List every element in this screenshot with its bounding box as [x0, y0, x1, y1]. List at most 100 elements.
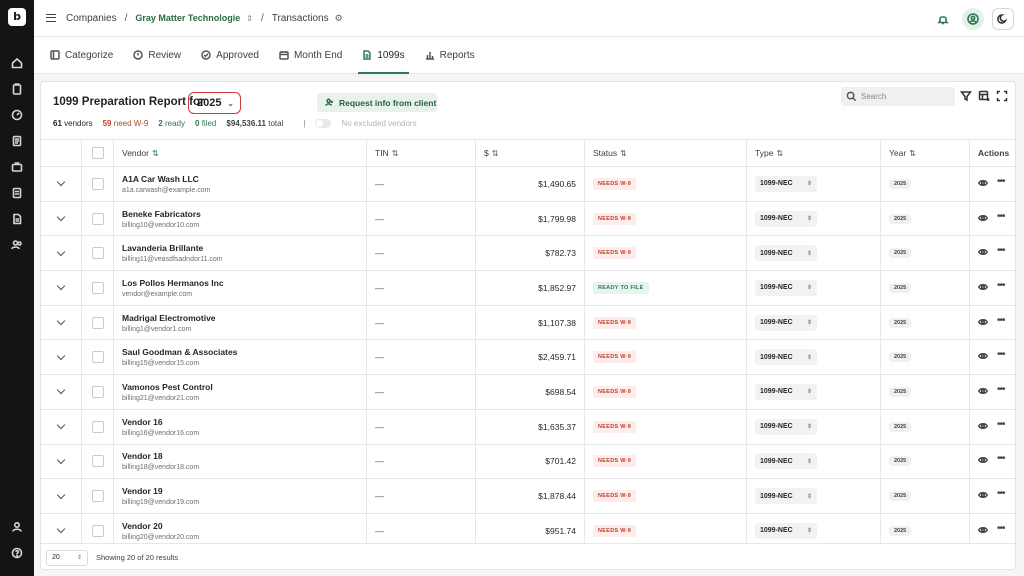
breadcrumb-companies[interactable]: Companies: [66, 13, 117, 24]
select-all-checkbox[interactable]: [91, 147, 104, 159]
filter-icon[interactable]: [959, 90, 973, 102]
type-select[interactable]: 1099-NEC ⇕: [755, 383, 817, 400]
vendor-name[interactable]: Vendor 16: [122, 417, 199, 427]
briefcase-icon[interactable]: [10, 160, 24, 174]
chevron-down-icon[interactable]: [56, 524, 66, 534]
eye-icon[interactable]: [977, 490, 989, 502]
type-select[interactable]: 1099-NEC ⇕: [755, 245, 817, 262]
more-icon[interactable]: •••: [997, 315, 1005, 326]
users-icon[interactable]: [10, 238, 24, 252]
bell-icon[interactable]: [932, 8, 954, 30]
moon-icon[interactable]: [992, 7, 1014, 30]
chevron-down-icon[interactable]: [56, 420, 66, 430]
eye-icon[interactable]: [977, 317, 989, 329]
column-header-type[interactable]: Type ⇅: [747, 140, 881, 166]
chevron-down-icon[interactable]: [56, 212, 66, 222]
gauge-icon[interactable]: [10, 108, 24, 122]
more-icon[interactable]: •••: [997, 489, 1005, 499]
vendor-name[interactable]: Los Pollos Hermanos Inc: [122, 278, 224, 288]
eye-icon[interactable]: [977, 178, 989, 190]
eye-icon[interactable]: [977, 421, 989, 433]
page-size-select[interactable]: 20 ⇕: [46, 549, 88, 566]
more-icon[interactable]: •••: [997, 454, 1005, 464]
app-logo[interactable]: b: [8, 8, 26, 26]
more-icon[interactable]: •••: [997, 280, 1005, 291]
chevron-down-icon[interactable]: [56, 247, 66, 256]
vendor-name[interactable]: Beneke Fabricators: [122, 209, 201, 219]
vendor-name[interactable]: Vendor 20: [122, 521, 199, 531]
eye-icon[interactable]: [977, 386, 989, 398]
type-select[interactable]: 1099-NEC ⇕: [755, 453, 817, 470]
type-select[interactable]: 1099-NEC ⇕: [755, 522, 817, 539]
column-header-status[interactable]: Status ⇅: [585, 140, 747, 166]
tab-review[interactable]: Review: [123, 37, 191, 73]
vendor-name[interactable]: Vamonos Pest Control: [122, 382, 213, 392]
more-icon[interactable]: •••: [997, 246, 1005, 256]
request-info-button[interactable]: Request info from client: [317, 93, 437, 112]
more-icon[interactable]: •••: [997, 523, 1005, 534]
chevron-updown-icon[interactable]: ⇕: [246, 14, 253, 23]
eye-icon[interactable]: [977, 525, 989, 537]
chevron-down-icon[interactable]: [56, 351, 66, 361]
more-icon[interactable]: •••: [997, 384, 1005, 395]
chevron-down-icon[interactable]: [56, 490, 66, 499]
type-select[interactable]: 1099-NEC ⇕: [755, 349, 817, 366]
row-checkbox[interactable]: [91, 351, 104, 364]
column-header-year[interactable]: Year ⇅: [881, 140, 970, 166]
column-header-tin[interactable]: TIN ⇅: [367, 140, 476, 166]
file-text-icon[interactable]: [10, 212, 24, 226]
more-icon[interactable]: •••: [997, 211, 1005, 222]
row-checkbox[interactable]: [91, 316, 104, 329]
row-checkbox[interactable]: [91, 455, 104, 468]
row-checkbox[interactable]: [91, 420, 104, 433]
vendor-name[interactable]: Saul Goodman & Associates: [122, 347, 237, 357]
columns-icon[interactable]: [978, 90, 990, 102]
more-icon[interactable]: •••: [997, 176, 1005, 187]
tab-1099s[interactable]: 1099s: [352, 37, 414, 74]
eye-icon[interactable]: [977, 455, 989, 467]
row-checkbox[interactable]: [91, 177, 104, 190]
vendor-name[interactable]: Madrigal Electromotive: [122, 313, 216, 323]
eye-icon[interactable]: [977, 247, 989, 259]
vendor-name[interactable]: Lavanderia Brillante: [122, 243, 223, 253]
row-checkbox[interactable]: [91, 490, 104, 503]
ledger-icon[interactable]: [10, 134, 24, 148]
row-checkbox[interactable]: [91, 247, 104, 260]
profile-icon[interactable]: [10, 520, 24, 534]
row-checkbox[interactable]: [91, 385, 104, 398]
excluded-toggle[interactable]: [315, 119, 332, 128]
year-select[interactable]: 2025 ⌄: [188, 92, 241, 114]
type-select[interactable]: 1099-NEC ⇕: [755, 175, 817, 192]
type-select[interactable]: 1099-NEC ⇕: [755, 314, 817, 331]
home-icon[interactable]: [10, 56, 24, 70]
breadcrumb-company[interactable]: Gray Matter Technologie: [135, 13, 240, 23]
help-icon[interactable]: [10, 546, 24, 560]
clipboard-icon[interactable]: [10, 82, 24, 96]
chevron-down-icon[interactable]: [56, 316, 66, 326]
type-select[interactable]: 1099-NEC ⇕: [755, 210, 817, 227]
type-select[interactable]: 1099-NEC ⇕: [755, 418, 817, 435]
vendor-name[interactable]: Vendor 18: [122, 451, 199, 461]
eye-icon[interactable]: [977, 351, 989, 363]
tab-reports[interactable]: Reports: [415, 37, 485, 73]
tab-approved[interactable]: Approved: [191, 37, 269, 73]
column-header-amount[interactable]: $ ⇅: [476, 140, 585, 166]
row-checkbox[interactable]: [91, 212, 104, 225]
chevron-down-icon[interactable]: [56, 178, 66, 187]
avatar[interactable]: [962, 7, 984, 30]
type-select[interactable]: 1099-NEC ⇕: [755, 279, 817, 296]
menu-icon[interactable]: [46, 14, 56, 22]
search-input[interactable]: [861, 92, 951, 101]
vendor-name[interactable]: Vendor 19: [122, 486, 199, 496]
eye-icon[interactable]: [977, 213, 989, 225]
type-select[interactable]: 1099-NEC ⇕: [755, 488, 817, 505]
vendor-name[interactable]: A1A Car Wash LLC: [122, 174, 210, 184]
gear-icon[interactable]: ⚙: [335, 13, 343, 24]
chevron-down-icon[interactable]: [56, 386, 66, 395]
chevron-down-icon[interactable]: [56, 282, 66, 291]
tab-month-end[interactable]: Month End: [269, 37, 352, 73]
row-checkbox[interactable]: [91, 524, 104, 537]
row-checkbox[interactable]: [91, 281, 104, 294]
eye-icon[interactable]: [977, 282, 989, 294]
more-icon[interactable]: •••: [997, 419, 1005, 430]
